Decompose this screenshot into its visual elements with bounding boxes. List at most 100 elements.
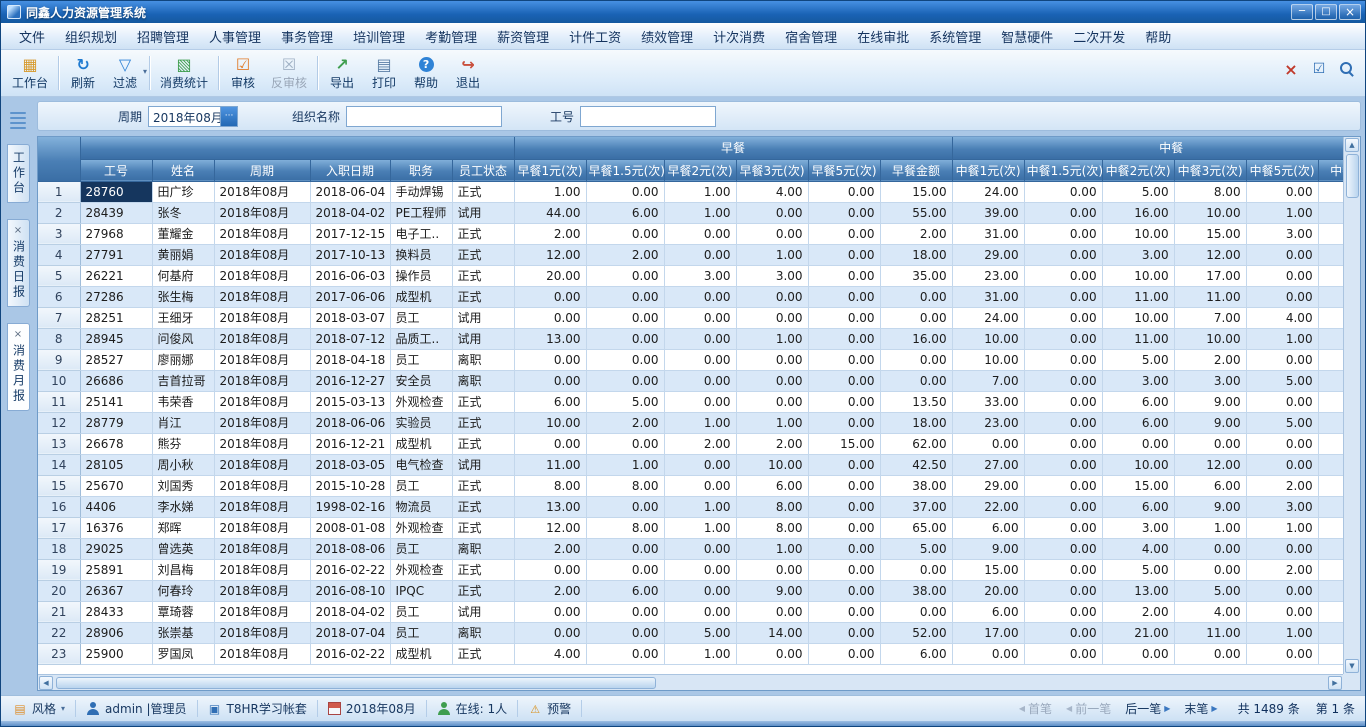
cell[interactable]: 2018年08月 — [214, 412, 310, 433]
cell[interactable]: 25141 — [80, 391, 152, 412]
menu-item[interactable]: 培训管理 — [343, 23, 415, 50]
cell[interactable]: 0.00 — [586, 643, 664, 664]
cell[interactable]: 13.00 — [1102, 580, 1174, 601]
cell[interactable]: 0.00 — [514, 622, 586, 643]
cell[interactable]: 13.00 — [514, 496, 586, 517]
cell[interactable] — [1318, 307, 1343, 328]
menu-item[interactable]: 系统管理 — [919, 23, 991, 50]
cell[interactable]: 12.00 — [514, 244, 586, 265]
row-number[interactable]: 10 — [38, 370, 80, 391]
cell[interactable]: 0.00 — [952, 433, 1024, 454]
cell[interactable]: 0.00 — [664, 601, 736, 622]
cell[interactable]: 33.00 — [952, 391, 1024, 412]
dropdown-caret-icon[interactable] — [143, 67, 147, 76]
row-number[interactable]: 22 — [38, 622, 80, 643]
cell[interactable]: 3.00 — [1102, 370, 1174, 391]
cell[interactable]: 0.00 — [880, 601, 952, 622]
row-number[interactable]: 11 — [38, 391, 80, 412]
cell[interactable]: 0.00 — [586, 349, 664, 370]
cell[interactable]: 0.00 — [736, 202, 808, 223]
cell[interactable]: 5.00 — [1102, 181, 1174, 202]
row-number[interactable]: 16 — [38, 496, 80, 517]
cell[interactable]: 38.00 — [880, 475, 952, 496]
column-header[interactable]: 中餐3元(次) — [1174, 159, 1246, 181]
cell[interactable]: 1.00 — [736, 328, 808, 349]
cell[interactable]: 正式 — [452, 244, 514, 265]
cell[interactable]: 熊芬 — [152, 433, 214, 454]
menu-item[interactable]: 文件 — [9, 23, 55, 50]
cell[interactable]: 2016-08-10 — [310, 580, 390, 601]
cell[interactable]: 物流员 — [390, 496, 452, 517]
cell[interactable]: 2018-07-04 — [310, 622, 390, 643]
cell[interactable]: 0.00 — [880, 559, 952, 580]
cell[interactable]: 6.00 — [952, 517, 1024, 538]
cell[interactable]: 2.00 — [880, 223, 952, 244]
cell[interactable]: 26221 — [80, 265, 152, 286]
period-select[interactable]: 2018年08月 — [148, 106, 238, 127]
cell[interactable]: 62.00 — [880, 433, 952, 454]
cell[interactable]: 0.00 — [1174, 433, 1246, 454]
cell[interactable]: 刘国秀 — [152, 475, 214, 496]
column-header[interactable]: 员工状态 — [452, 159, 514, 181]
cell[interactable]: 39.00 — [952, 202, 1024, 223]
cell[interactable]: 0.00 — [880, 286, 952, 307]
cell[interactable]: 0.00 — [736, 601, 808, 622]
cell[interactable]: 0.00 — [586, 538, 664, 559]
cell[interactable]: 0.00 — [1024, 181, 1102, 202]
tab-close-icon[interactable] — [14, 330, 22, 340]
cell[interactable] — [1318, 559, 1343, 580]
cell[interactable]: 0.00 — [514, 307, 586, 328]
cell[interactable]: 0.00 — [1102, 433, 1174, 454]
cell[interactable]: 2.00 — [1246, 475, 1318, 496]
cell[interactable]: 13.50 — [880, 391, 952, 412]
column-header[interactable]: 工号 — [80, 159, 152, 181]
cell[interactable]: 李水娣 — [152, 496, 214, 517]
cell[interactable]: 0.00 — [664, 580, 736, 601]
cell[interactable]: 28760 — [80, 181, 152, 202]
cell[interactable]: 1.00 — [1246, 517, 1318, 538]
cell[interactable]: 20.00 — [952, 580, 1024, 601]
cell[interactable]: 27.00 — [952, 454, 1024, 475]
menu-item[interactable]: 事务管理 — [271, 23, 343, 50]
cell[interactable]: 0.00 — [586, 328, 664, 349]
cell[interactable]: 手动焊锡 — [390, 181, 452, 202]
cell[interactable]: 0.00 — [1174, 559, 1246, 580]
cell[interactable]: 0.00 — [514, 370, 586, 391]
column-header[interactable]: 周期 — [214, 159, 310, 181]
cell[interactable]: 0.00 — [736, 391, 808, 412]
cell[interactable]: IPQC — [390, 580, 452, 601]
menu-item[interactable]: 薪资管理 — [487, 23, 559, 50]
cell[interactable]: 0.00 — [808, 454, 880, 475]
cell[interactable]: 正式 — [452, 643, 514, 664]
cell[interactable]: 0.00 — [586, 601, 664, 622]
cell[interactable]: 田广珍 — [152, 181, 214, 202]
cell[interactable]: 10.00 — [1102, 307, 1174, 328]
cell[interactable]: 0.00 — [664, 538, 736, 559]
cell[interactable] — [1318, 202, 1343, 223]
cell[interactable]: 28945 — [80, 328, 152, 349]
cell[interactable]: 2.00 — [1174, 349, 1246, 370]
cell[interactable]: 1.00 — [664, 496, 736, 517]
cell[interactable]: 14.00 — [736, 622, 808, 643]
audit-button[interactable]: 审核 — [222, 51, 264, 95]
cell[interactable]: 0.00 — [736, 307, 808, 328]
cell[interactable]: 10.00 — [1102, 223, 1174, 244]
cell[interactable]: 试用 — [452, 454, 514, 475]
cell[interactable]: 换料员 — [390, 244, 452, 265]
cell[interactable]: 4.00 — [514, 643, 586, 664]
cell[interactable]: 郑晖 — [152, 517, 214, 538]
filter-button[interactable]: 过滤 — [104, 51, 146, 95]
cell[interactable]: 0.00 — [808, 517, 880, 538]
menu-item[interactable]: 宿舍管理 — [775, 23, 847, 50]
consume-stats-button[interactable]: 消费统计 — [153, 51, 215, 95]
cell[interactable]: 6.00 — [1102, 412, 1174, 433]
cell[interactable]: 0.00 — [514, 433, 586, 454]
cell[interactable]: 2018年08月 — [214, 496, 310, 517]
exit-button[interactable]: 退出 — [447, 51, 489, 95]
cell[interactable]: 7.00 — [952, 370, 1024, 391]
cell[interactable]: 8.00 — [514, 475, 586, 496]
row-number[interactable]: 15 — [38, 475, 80, 496]
cell[interactable]: 10.00 — [952, 328, 1024, 349]
cell[interactable] — [1318, 454, 1343, 475]
cell[interactable]: 成型机 — [390, 286, 452, 307]
